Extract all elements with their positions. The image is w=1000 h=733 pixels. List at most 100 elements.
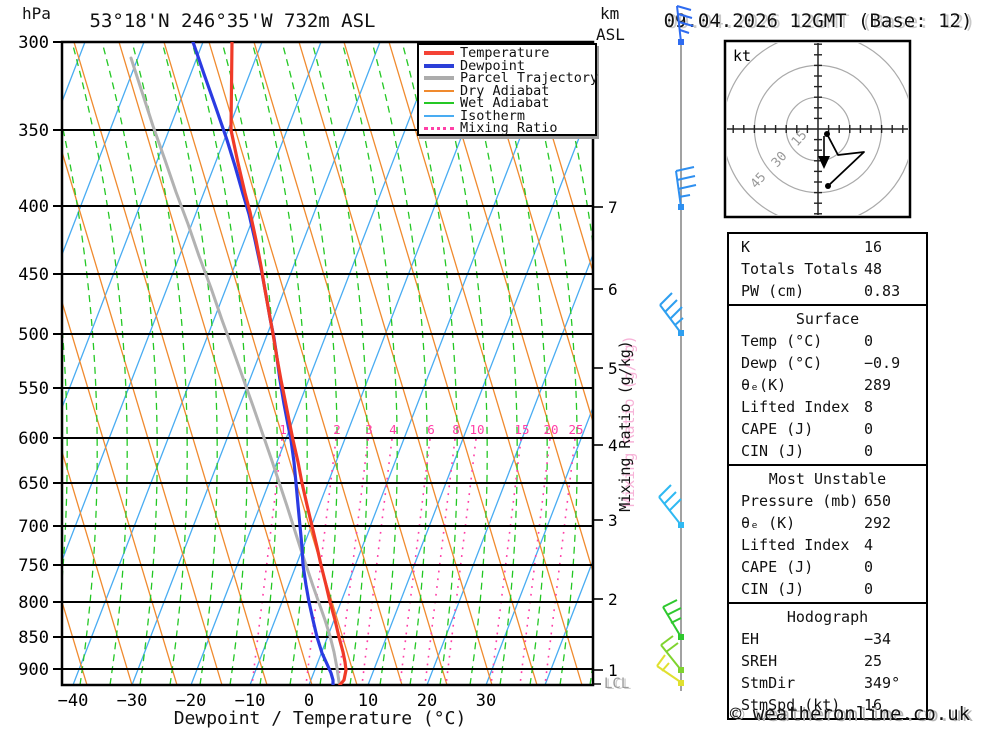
km-tick-label: 6 (608, 280, 618, 299)
km-tick-label: 7 (608, 198, 618, 217)
mixing-ratio-value-label: 3 (365, 422, 373, 437)
legend-item: Mixing Ratio (419, 120, 595, 137)
mixing-ratio-value-label: 25 (568, 422, 583, 437)
panel-row-label: CIN (J) (741, 580, 805, 598)
pressure-tick-label: 500 (18, 325, 49, 345)
wind-barb-segment (670, 617, 682, 624)
indices-panel: K 16 Totals Totals 48 PW (cm) 0.83 Surface Temp… (727, 232, 928, 720)
wet-adiabat-line (281, 42, 338, 685)
wind-barb-segment (676, 175, 696, 181)
panel-row-label: SREH (741, 652, 778, 670)
pressure-tick-label: 600 (18, 429, 49, 449)
wind-barb-segment (675, 166, 695, 172)
mixing-ratio-line (490, 438, 522, 685)
pressure-tick-label: 400 (18, 197, 49, 217)
hodograph-unit-label: kt (733, 47, 751, 65)
panel-row-label: θₑ(K) (741, 376, 787, 394)
panel-row-label: CAPE (J) (741, 558, 814, 576)
panel-row-value: 0 (864, 442, 874, 460)
wind-barb-segment (679, 29, 690, 34)
panel-row-label: Temp (°C) (741, 332, 823, 350)
panel-row-value: 0 (864, 558, 874, 576)
panel-row: Dewp (°C) −0.9 (729, 352, 926, 374)
wind-barb-segment (676, 5, 692, 11)
mixing-ratio-value-label: 1 (279, 422, 287, 437)
parcel-trajectory-legend-swatch (424, 76, 454, 81)
panel-row: CIN (J) 0 (729, 578, 926, 600)
dewpoint-curve (191, 42, 335, 685)
wind-barb-segment (677, 13, 693, 19)
panel-row-label: Pressure (mb) (741, 492, 859, 510)
panel-row-label: θₑ (K) (741, 514, 796, 532)
panel-row: CAPE (J) 0 (729, 556, 926, 578)
panel-row-value: −0.9 (864, 354, 901, 372)
wind-barb-base-dot (678, 522, 684, 528)
wind-barb-segment (661, 662, 670, 672)
hodograph-ring-label: 45 (748, 170, 770, 192)
pressure-tick-label: 650 (18, 474, 49, 494)
wet-adiabat-line (401, 42, 458, 685)
panel-row-value: 0 (864, 580, 874, 598)
pressure-tick-label: 700 (18, 517, 49, 537)
wind-barb-base-dot (678, 330, 684, 336)
panel-row-label: StmDir (741, 674, 796, 692)
wind-barb-segment (668, 498, 682, 512)
pressure-tick-label: 900 (18, 660, 49, 680)
mixing-ratio-value-label: 15 (514, 422, 529, 437)
panel-row-value: 292 (864, 514, 892, 532)
panel-section-title: Most Unstable (768, 470, 887, 488)
mixing-ratio-axis-title: Mixing Ratio (g/kg) (616, 340, 634, 512)
wind-barb-segment (658, 484, 672, 498)
wind-barb-segment (663, 491, 677, 505)
isotherm-line (249, 42, 499, 685)
panel-row: θₑ(K) 289 (729, 374, 926, 396)
pressure-tick-label: 800 (18, 593, 49, 613)
isotherm-legend-swatch (424, 114, 454, 117)
panel-row-value: 0 (864, 332, 874, 350)
panel-section-title: Hodograph (786, 608, 869, 626)
wind-barb-segment (662, 599, 678, 608)
km-tick-label: 2 (608, 590, 618, 609)
wind-barb-segment (660, 635, 674, 646)
panel-row-label: EH (741, 630, 760, 648)
panel-row-value: 650 (864, 492, 892, 510)
wet-adiabat-line (221, 42, 278, 685)
wind-barb-segment (678, 21, 694, 27)
panel-row-value: 48 (864, 260, 883, 278)
panel-row: Lifted Index 4 (729, 534, 926, 556)
wet-adiabat-line (371, 42, 428, 685)
wind-barb (675, 166, 697, 210)
panel-row-label: PW (cm) (741, 282, 805, 300)
panel-row-value: 289 (864, 376, 892, 394)
storm-motion-arrow-head (818, 156, 830, 169)
panel-row: PW (cm) 0.83 (729, 280, 926, 302)
pressure-tick-label: 750 (18, 556, 49, 576)
wet-adiabat-line (131, 42, 188, 685)
panel-row: Pressure (mb) 650 (729, 490, 926, 512)
panel-row: CAPE (J) 0 (729, 418, 926, 440)
panel-row: Lifted Index 8 (729, 396, 926, 418)
pressure-tick-label: 550 (18, 379, 49, 399)
x-axis-title: Dewpoint / Temperature (°C) (173, 708, 467, 729)
panel-row: Totals Totals 48 (729, 258, 926, 280)
mixing-ratio-value-label: 8 (452, 422, 460, 437)
mixing-ratio-value-label: 2 (333, 422, 341, 437)
wind-barb-base-dot (678, 680, 684, 686)
panel-row-label: Lifted Index (741, 398, 850, 416)
temp-tick-label: −40 (58, 691, 89, 711)
pressure-tick-label: 350 (18, 121, 49, 141)
legend-item-label: Mixing Ratio (460, 120, 558, 137)
panel-row-label: Lifted Index (741, 536, 850, 554)
temperature-legend-swatch (424, 51, 454, 56)
hodograph-ring-label: 30 (769, 149, 791, 171)
copyright-text: © weatheronline.co.uk (729, 703, 971, 725)
wind-barb-segment (659, 292, 673, 306)
isotherm-line (131, 42, 381, 685)
panel-row: K 16 (729, 236, 926, 258)
wind-barb-base-dot (678, 667, 684, 673)
pressure-tick-label: 300 (18, 33, 49, 53)
panel-row-value: 25 (864, 652, 883, 670)
mixing-ratio-value-label: 20 (543, 422, 558, 437)
wind-barb-base-dot (678, 634, 684, 640)
wind-barb-base-dot (678, 39, 684, 45)
